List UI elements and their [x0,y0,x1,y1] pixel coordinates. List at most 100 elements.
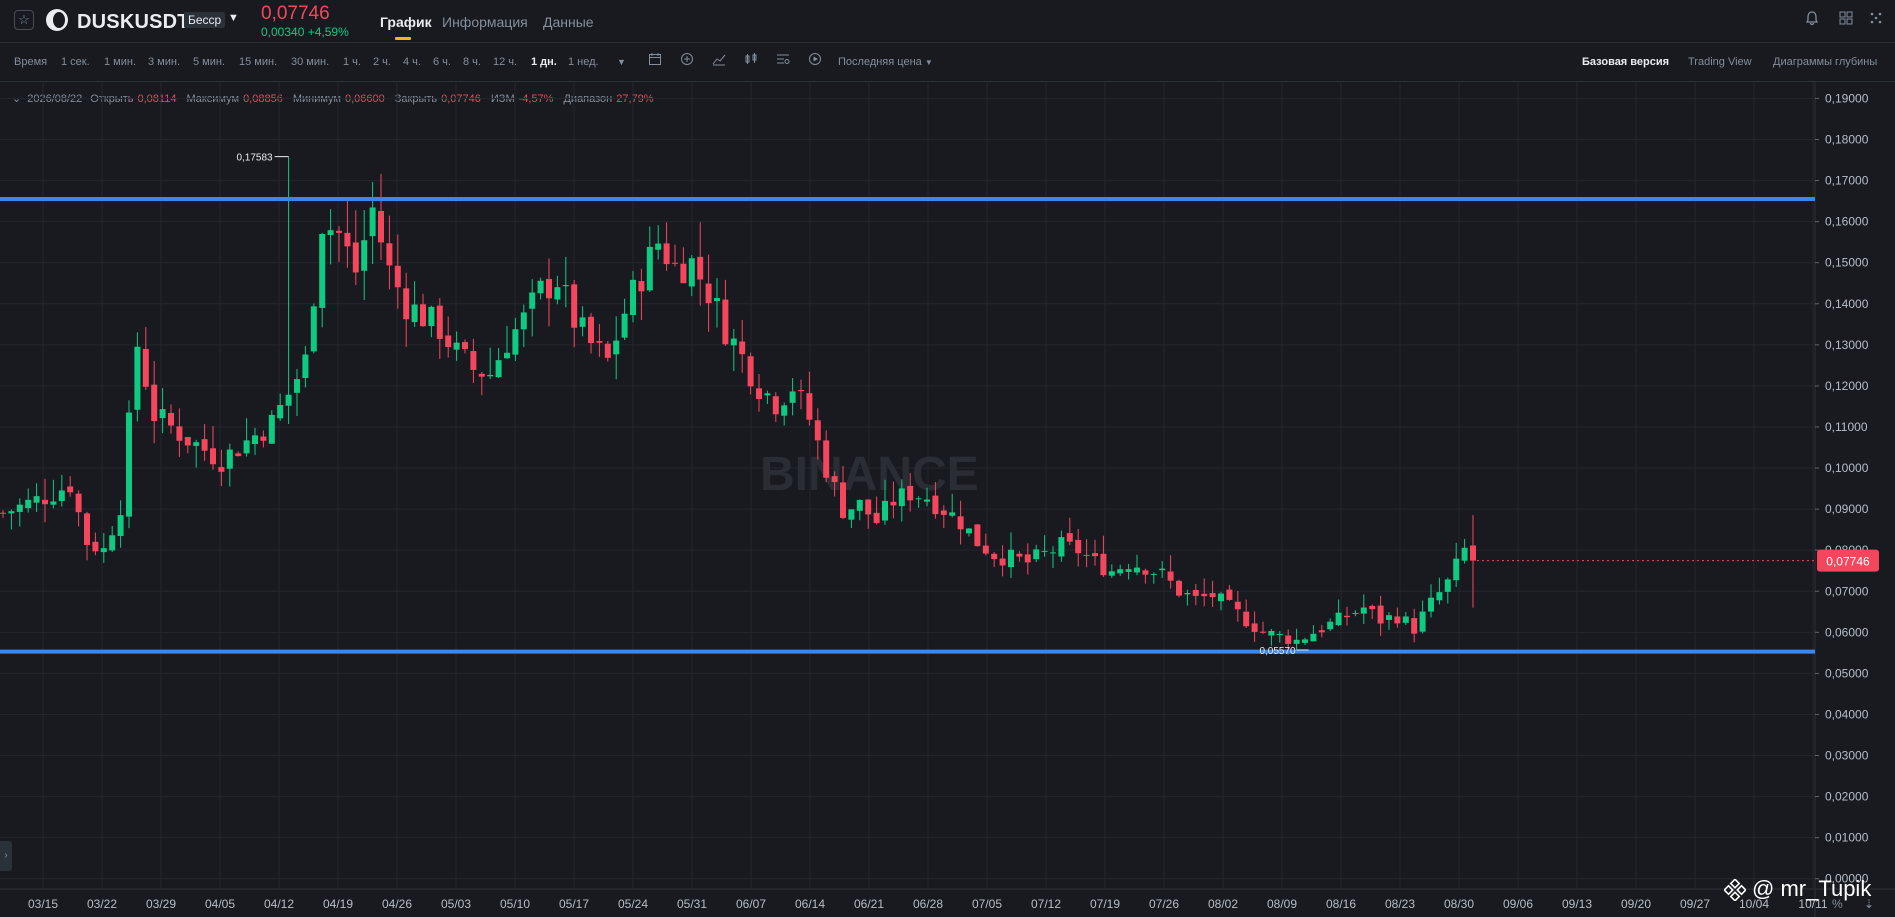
candle [168,404,174,434]
candle [596,324,603,357]
candle-body [277,404,284,419]
candle-body [285,394,292,406]
candle-body [764,393,771,396]
candle [1201,578,1208,607]
candle [537,277,544,300]
candle-body [1335,612,1342,626]
settings-list-icon[interactable] [774,52,792,70]
candle [495,347,502,379]
star-icon[interactable]: ☆ [14,10,34,30]
candle-body [512,329,519,355]
view-basic[interactable]: Базовая версия [1582,56,1669,68]
x-tick-label: 09/20 [1621,897,1651,911]
grid-icon[interactable] [1836,10,1856,30]
last-price: 0,07746 [261,3,330,24]
candle-body [504,352,510,359]
timeframe-30m[interactable]: 30 мин. [291,56,329,68]
timeframe-more-dropdown[interactable]: ▼ [617,57,626,67]
low-annotation-label: 0,05570 [1259,646,1296,657]
tab-info[interactable]: Информация [442,14,528,30]
candle-body [957,516,964,530]
x-tick-label: 04/26 [382,897,412,911]
candle [789,378,796,416]
candlestick-chart[interactable]: BINANCE 0,19000 0,18000 0,17000 0,16000 0,150… [0,82,1895,917]
candle [436,298,443,359]
candle-body [1302,639,1308,643]
candle [512,317,519,361]
timeframe-6h[interactable]: 6 ч. [433,56,451,68]
candle-body [1125,569,1132,572]
y-tick-label: 0,01000 [1825,831,1869,845]
candle [672,244,678,267]
candle-body [596,341,603,343]
calendar-icon[interactable] [646,52,664,70]
add-indicator-icon[interactable] [678,52,696,70]
candle [504,325,510,360]
candle-body [1436,592,1443,601]
line-chart-icon[interactable] [710,52,728,70]
timeframe-8h[interactable]: 8 ч. [463,56,481,68]
timeframe-12h[interactable]: 12 ч. [493,56,517,68]
timeframe-1s[interactable]: 1 сек. [61,56,90,68]
candle-body [546,278,552,299]
candle [403,272,410,347]
price-type-select[interactable]: Последняя цена ▼ [838,56,933,68]
candle-body [1134,567,1140,573]
candle [823,430,830,483]
candle [1453,542,1460,587]
y-tick-label: 0,18000 [1825,132,1869,146]
candle [235,451,242,457]
timeframe-1m[interactable]: 1 мин. [104,56,136,68]
candle [218,449,225,486]
timeframe-3m[interactable]: 3 мин. [148,56,180,68]
candle-body [1243,611,1250,627]
candle-body [453,342,460,350]
x-tick-label: 08/16 [1326,897,1356,911]
timeframe-1h[interactable]: 1 ч. [343,56,361,68]
timeframe-1w[interactable]: 1 нед. [568,56,599,68]
candle-body [1226,589,1233,600]
x-tick-label: 05/17 [559,897,589,911]
timeframe-15m[interactable]: 15 мин. [239,56,277,68]
candle [277,393,284,421]
candle [1150,572,1157,584]
more-icon[interactable] [1866,10,1886,30]
view-tradingview[interactable]: Trading View [1688,56,1752,68]
tab-data[interactable]: Данные [543,14,594,30]
candle-body [268,414,275,444]
candle [1033,544,1040,563]
timeframe-2h[interactable]: 2 ч. [373,56,391,68]
candle-body [1142,570,1149,575]
candle-body [1394,616,1401,624]
candle-body [529,292,536,309]
side-panel-toggle[interactable]: › [0,841,12,871]
y-tick-label: 0,17000 [1825,174,1869,188]
candle-body [907,485,914,501]
candle [1167,555,1174,589]
candle [1066,517,1073,546]
symbol-name[interactable]: DUSKUSDT [77,11,190,34]
timeframe-4h[interactable]: 4 ч. [403,56,421,68]
y-tick-label: 0,06000 [1825,625,1869,639]
candle-body [1444,579,1451,592]
candle [1192,583,1199,606]
x-tick-label: 06/28 [913,897,943,911]
x-tick-label: 08/23 [1385,897,1415,911]
timeframe-1d[interactable]: 1 дн. [531,56,557,68]
timeframe-5m[interactable]: 5 мин. [193,56,225,68]
tab-chart[interactable]: График [380,14,432,30]
replay-icon[interactable] [806,52,824,70]
candle [1226,585,1233,601]
candle [1461,538,1468,564]
chevron-down-icon[interactable]: ▼ [228,12,239,24]
x-tick-label: 09/06 [1503,897,1533,911]
y-tick-label: 0,11000 [1825,420,1868,434]
candle [67,476,74,497]
candle-type-icon[interactable] [742,52,760,70]
candle [663,222,670,271]
candle [1386,612,1392,630]
candle-body [1192,589,1199,596]
candle-body [613,340,620,355]
bell-icon[interactable] [1802,10,1822,30]
view-depth[interactable]: Диаграммы глубины [1773,56,1877,68]
